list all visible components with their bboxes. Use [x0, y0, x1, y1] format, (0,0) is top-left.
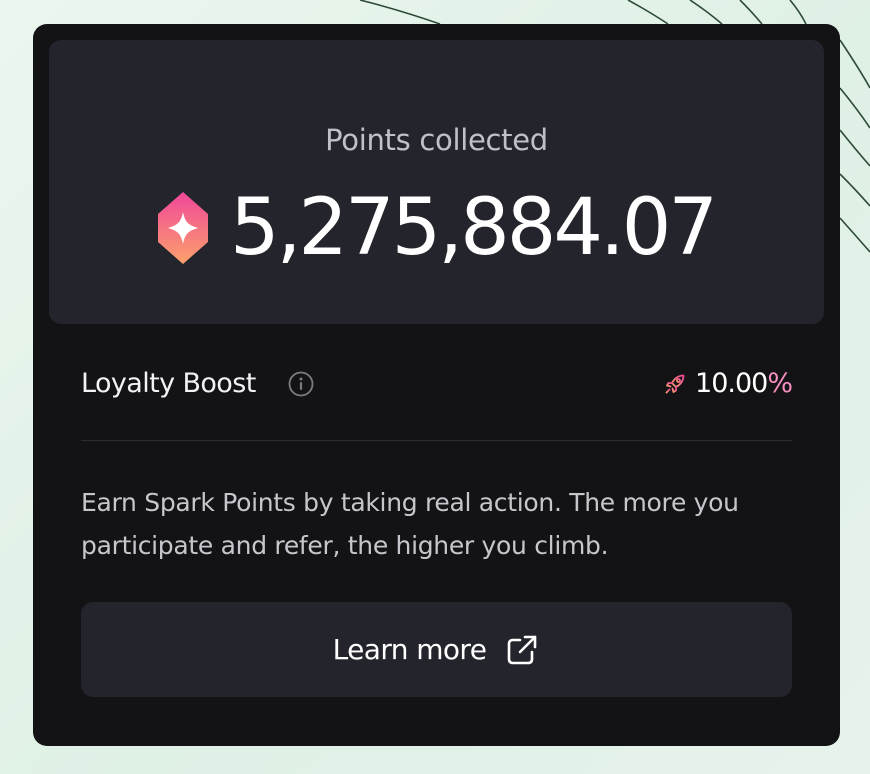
points-row: 5,275,884.07	[49, 180, 824, 276]
divider	[81, 440, 792, 441]
loyalty-boost-title: Loyalty Boost	[81, 368, 256, 399]
boost-percent-sign: %	[767, 368, 793, 399]
points-label: Points collected	[325, 123, 548, 157]
points-value: 5,275,884.07	[229, 183, 718, 273]
external-link-icon	[508, 635, 537, 664]
spark-gem-icon	[157, 192, 208, 264]
boost-value: 10.00%	[663, 367, 793, 401]
points-card: Points collected 5,275,884.07 Loyalty Bo…	[33, 24, 840, 746]
boost-percentage: 10.00	[695, 368, 768, 399]
learn-more-button[interactable]: Learn more	[81, 602, 792, 697]
points-panel: Points collected 5,275,884.07	[49, 40, 824, 324]
info-icon[interactable]	[288, 371, 314, 397]
loyalty-boost-row: Loyalty Boost 10.00%	[81, 364, 793, 404]
description-text: Earn Spark Points by taking real action.…	[81, 488, 739, 560]
learn-more-label: Learn more	[332, 632, 487, 666]
rocket-icon	[665, 374, 685, 394]
